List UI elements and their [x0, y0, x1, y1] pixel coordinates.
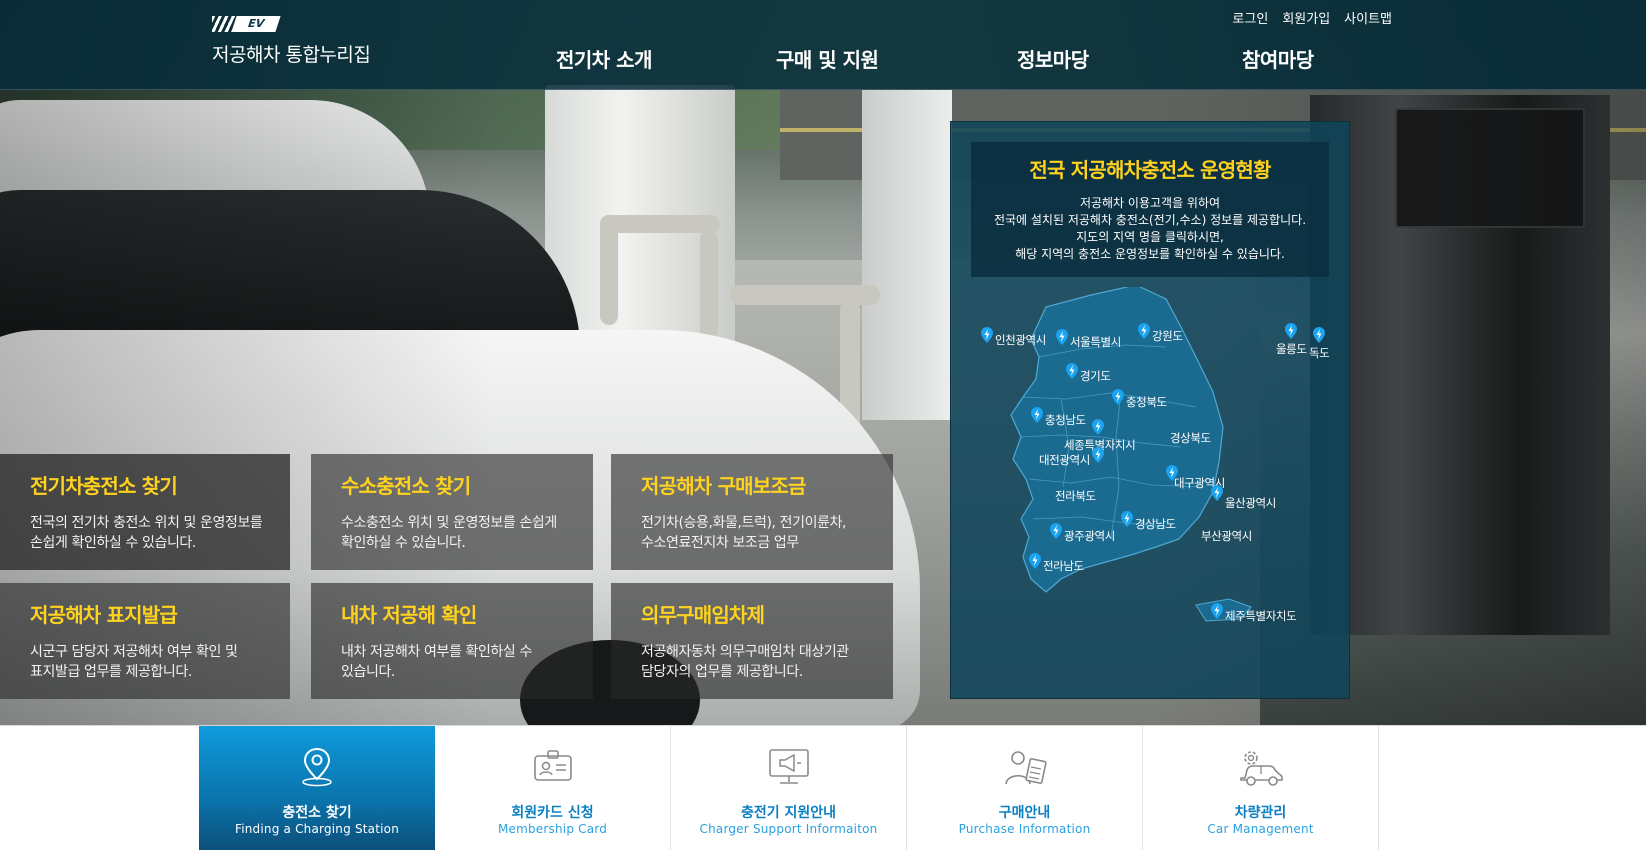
tile-ev-charger-search[interactable]: 전기차충전소 찾기 전국의 전기차 충전소 위치 및 운영정보를 손쉽게 확인하… — [0, 454, 290, 570]
map-pin-icon — [1121, 511, 1133, 527]
tile-desc: 내차 저공해차 여부를 확인하실 수 있습니다. — [341, 644, 532, 680]
panel-title: 전국 저공해차충전소 운영현황 — [1029, 158, 1271, 182]
map-region-busan[interactable]: 부산광역시 — [1201, 523, 1252, 544]
tile-desc: 수소충전소 위치 및 운영정보를 손쉽게 확인하실 수 있습니다. — [341, 515, 557, 551]
map-region-gwangju[interactable]: 광주광역시 — [1050, 523, 1115, 544]
map-pin-icon — [1066, 363, 1078, 379]
quick-car-management[interactable]: 차량관리 Car Management — [1143, 726, 1379, 850]
map-region-gyeonggi[interactable]: 경기도 — [1066, 363, 1111, 384]
nav-purchase-support[interactable]: 구매 및 지원 — [776, 44, 879, 73]
sitemap-link[interactable]: 사이트맵 — [1344, 8, 1392, 27]
map-pin-icon — [1313, 327, 1326, 343]
nav-participation[interactable]: 참여마당 — [1242, 44, 1314, 73]
map-region-gyeongnam[interactable]: 경상남도 — [1121, 511, 1176, 532]
tile-desc: 저공해자동차 의무구매임차 대상기관 담당자의 업무를 제공합니다. — [641, 644, 849, 680]
map-region-dokdo[interactable]: 독도 — [1309, 327, 1330, 361]
quick-menu: 충전소 찾기 Finding a Charging Station 회원카드 신… — [0, 725, 1646, 855]
person-document-icon — [1001, 746, 1049, 788]
quick-find-charging-station[interactable]: 충전소 찾기 Finding a Charging Station — [199, 726, 435, 850]
panel-description: 저공해차 이용고객을 위하여 전국에 설치된 저공해차 충전소(전기,수소) 정… — [993, 196, 1307, 261]
map-pin-icon — [1138, 323, 1150, 339]
utility-links: 로그인 회원가입 사이트맵 — [1232, 8, 1392, 27]
login-link[interactable]: 로그인 — [1232, 8, 1268, 27]
tile-my-car-check[interactable]: 내차 저공해 확인 내차 저공해차 여부를 확인하실 수 있습니다. — [311, 583, 593, 699]
map-pin-icon — [1050, 523, 1062, 539]
map-region-seoul[interactable]: 서울특별시 — [1056, 329, 1121, 350]
tile-desc: 전국의 전기차 충전소 위치 및 운영정보를 손쉽게 확인하실 수 있습니다. — [30, 515, 263, 551]
map-region-gyeongbuk[interactable]: 경상북도 — [1170, 425, 1211, 446]
map-pin-icon — [1092, 419, 1104, 435]
map-region-ulsan[interactable]: 울산광역시 — [1211, 485, 1276, 511]
nav-ev-intro[interactable]: 전기차 소개 — [556, 44, 652, 73]
charging-status-panel: 전국 저공해차충전소 운영현황 저공해차 이용고객을 위하여 전국에 설치된 저… — [950, 121, 1350, 699]
map-pin-icon — [1031, 407, 1043, 423]
map-pin-icon — [1211, 485, 1223, 501]
tile-title: 저공해차 구매보조금 — [641, 474, 806, 498]
location-pin-icon — [293, 746, 341, 788]
nav-info[interactable]: 정보마당 — [1017, 44, 1089, 73]
quick-label: 충전소 찾기 — [282, 805, 352, 821]
tile-mandatory-purchase[interactable]: 의무구매임차제 저공해자동차 의무구매임차 대상기관 담당자의 업무를 제공합니… — [611, 583, 893, 699]
map-region-incheon[interactable]: 인천광역시 — [981, 327, 1046, 348]
quick-label: 구매안내 — [998, 805, 1051, 821]
map-region-jeonnam[interactable]: 전라남도 — [1029, 553, 1084, 574]
map-pin-icon — [1285, 323, 1298, 339]
tile-hydrogen-station-search[interactable]: 수소충전소 찾기 수소충전소 위치 및 운영정보를 손쉽게 확인하실 수 있습니… — [311, 454, 593, 570]
tile-title: 전기차충전소 찾기 — [30, 474, 178, 498]
map-pin-icon — [1091, 447, 1104, 463]
main-navigation: 전기차 소개 구매 및 지원 정보마당 참여마당 — [0, 44, 1646, 80]
tile-title: 수소충전소 찾기 — [341, 474, 471, 498]
tile-purchase-subsidy[interactable]: 저공해차 구매보조금 전기차(승용,화물,트럭), 전기이륜차, 수소연료전지차… — [611, 454, 893, 570]
quick-sublabel: Purchase Information — [958, 822, 1091, 836]
tile-desc: 시군구 담당자 저공해차 여부 확인 및 표지발급 업무를 제공합니다. — [30, 644, 238, 680]
map-pin-icon — [1056, 329, 1068, 345]
quick-membership-card[interactable]: 회원카드 신청 Membership Card — [435, 726, 671, 850]
map-region-jeju[interactable]: 제주특별자치도 — [1211, 603, 1297, 624]
map-region-daejeon[interactable]: 대전광역시 — [1039, 447, 1104, 468]
map-pin-icon — [981, 327, 993, 343]
map-pin-icon — [1211, 603, 1223, 619]
map-pin-icon — [1166, 465, 1178, 481]
quick-sublabel: Membership Card — [497, 822, 608, 836]
map-pin-icon — [1029, 553, 1041, 569]
map-region-chungbuk[interactable]: 충청북도 — [1112, 389, 1167, 410]
panel-header: 전국 저공해차충전소 운영현황 저공해차 이용고객을 위하여 전국에 설치된 저… — [971, 142, 1329, 277]
map-pin-icon — [1112, 389, 1124, 405]
car-gear-icon — [1237, 746, 1285, 788]
id-card-icon — [529, 746, 577, 788]
ev-badge: EV — [212, 16, 281, 32]
korea-map: 인천광역시 서울특별시 강원도 울릉도 독도 경기도 충청북도 충청남도 세종특… — [951, 284, 1351, 697]
map-region-ulleungdo[interactable]: 울릉도 — [1276, 323, 1307, 357]
quick-sublabel: Car Management — [1207, 822, 1314, 836]
quick-sublabel: Finding a Charging Station — [234, 822, 400, 836]
quick-sublabel: Charger Support Informaiton — [699, 822, 878, 836]
tile-title: 저공해차 표지발급 — [30, 603, 178, 627]
tile-label-issuance[interactable]: 저공해차 표지발급 시군구 담당자 저공해차 여부 확인 및 표지발급 업무를 … — [0, 583, 290, 699]
monitor-megaphone-icon — [765, 746, 813, 788]
quick-purchase-info[interactable]: 구매안내 Purchase Information — [907, 726, 1143, 850]
tile-desc: 전기차(승용,화물,트럭), 전기이륜차, 수소연료전지차 보조금 업무 — [641, 515, 847, 551]
map-region-jeonbuk[interactable]: 전라북도 — [1055, 483, 1096, 504]
site-header: EV 저공해차 통합누리집 로그인 회원가입 사이트맵 전기차 소개 구매 및 … — [0, 0, 1646, 90]
tile-title: 내차 저공해 확인 — [341, 603, 477, 627]
quick-label: 충전기 지원안내 — [740, 805, 837, 821]
map-region-gangwon[interactable]: 강원도 — [1138, 323, 1183, 344]
quick-label: 회원카드 신청 — [511, 805, 594, 821]
tile-title: 의무구매임차제 — [641, 603, 765, 627]
quick-label: 차량관리 — [1234, 805, 1287, 821]
quick-charger-support[interactable]: 충전기 지원안내 Charger Support Informaiton — [671, 726, 907, 850]
signup-link[interactable]: 회원가입 — [1282, 8, 1330, 27]
